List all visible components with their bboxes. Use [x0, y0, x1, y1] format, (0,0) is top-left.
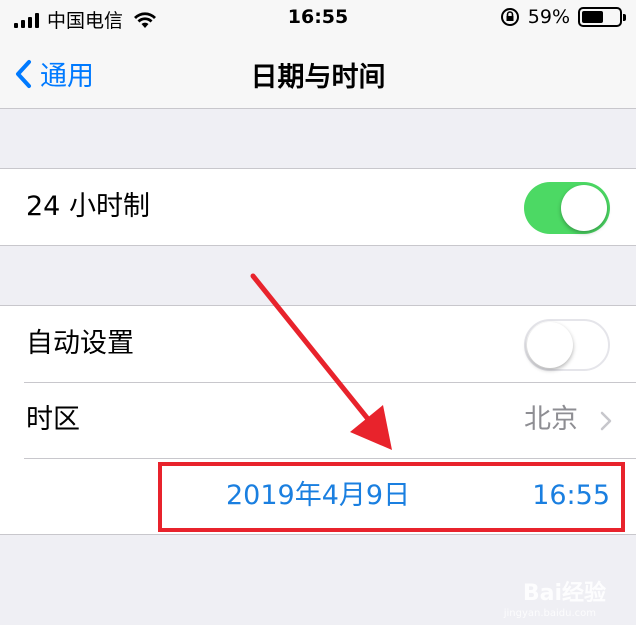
toggle-knob: [561, 185, 607, 231]
rotation-lock-icon: [500, 8, 519, 26]
timezone-row[interactable]: 时区 北京: [0, 382, 636, 458]
timezone-value: 北京: [524, 404, 578, 435]
clock24-label: 24 小时制: [26, 191, 150, 222]
battery-fill: [582, 11, 603, 23]
auto-set-toggle[interactable]: [524, 319, 610, 371]
toggle-knob: [527, 322, 573, 368]
chevron-right-icon: [600, 411, 612, 431]
timezone-label: 时区: [26, 404, 80, 435]
status-right: 59%: [500, 6, 626, 28]
watermark-logo: Bai经验: [522, 581, 606, 606]
page-title: 日期与时间: [250, 62, 386, 93]
highlight-box: [158, 462, 625, 532]
clock24-row: 24 小时制: [0, 169, 636, 245]
clock-format-group: 24 小时制: [0, 168, 636, 246]
watermark-url: jingyan.baidu.com: [503, 608, 596, 619]
navigation-bar: 通用 日期与时间: [0, 40, 636, 109]
battery-percent: 59%: [527, 6, 570, 28]
clock24-toggle[interactable]: [524, 182, 610, 234]
auto-set-label: 自动设置: [26, 328, 134, 359]
battery-icon: [578, 7, 626, 27]
status-bar: 中国电信 16:55 59%: [0, 0, 636, 40]
auto-set-row: 自动设置: [0, 306, 636, 382]
